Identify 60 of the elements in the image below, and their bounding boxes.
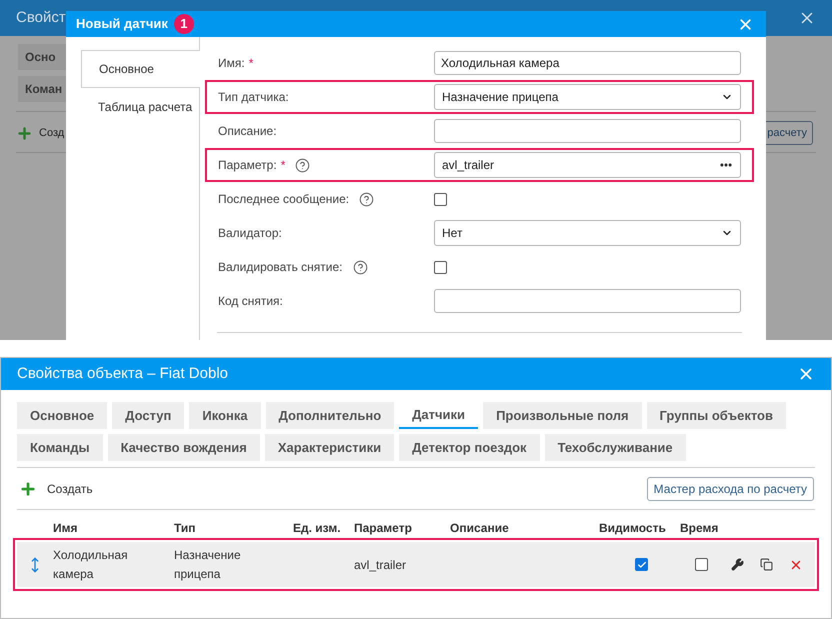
tab[interactable]: Качество вождения <box>108 434 260 461</box>
column-header: Описание <box>450 520 510 537</box>
column-header: Время <box>680 520 720 537</box>
input-field[interactable] <box>434 289 741 313</box>
table-cell-text: avl_trailer <box>354 556 408 574</box>
side-tab[interactable]: Таблица расчета <box>81 88 199 126</box>
tab[interactable]: Команды <box>17 434 103 461</box>
tab[interactable]: Техобслуживание <box>544 434 686 461</box>
input-field[interactable] <box>434 119 741 143</box>
step-badge: 1 <box>174 14 194 34</box>
select-field[interactable]: Назначение прицепа <box>434 84 741 110</box>
wrench-icon[interactable] <box>731 558 744 571</box>
column-header: Параметр <box>354 520 413 537</box>
help-icon[interactable] <box>359 192 374 206</box>
create-button[interactable]: Созд <box>39 124 64 142</box>
tab[interactable]: Осно <box>18 44 66 70</box>
create-button[interactable]: Создать <box>47 480 93 498</box>
window-title: Свойст <box>16 8 66 28</box>
column-header: Видимость <box>599 520 667 537</box>
tab[interactable]: Характеристики <box>264 434 394 461</box>
field-label: Код снятия: <box>218 293 283 310</box>
tab[interactable]: Коман <box>18 76 66 102</box>
input-field[interactable]: Холодильная камера <box>434 51 741 75</box>
table-row[interactable]: Холодильная камера Назначение прицепа avl_trailer <box>17 542 815 587</box>
field-label: Описание: <box>218 123 277 140</box>
side-tab[interactable]: Основное <box>81 50 200 88</box>
plus-icon[interactable] <box>19 480 37 498</box>
field-label: Имя: <box>218 55 245 72</box>
field-label: Валидировать снятие: <box>218 259 342 276</box>
checkbox[interactable] <box>635 558 648 571</box>
input-field[interactable]: avl_trailer <box>434 152 741 178</box>
field-label: Валидатор: <box>218 225 282 242</box>
field-label: Тип датчика: <box>218 89 289 106</box>
field-label: Последнее сообщение: <box>218 191 350 208</box>
tab[interactable]: Датчики <box>399 402 478 429</box>
select-field[interactable]: Нет <box>434 220 741 246</box>
checkbox[interactable] <box>434 260 447 274</box>
tab[interactable]: Дополнительно <box>266 402 394 429</box>
field-label: Параметр: <box>218 157 277 174</box>
tab[interactable]: Произвольные поля <box>483 402 642 429</box>
column-header: Имя <box>53 520 79 537</box>
required-mark: * <box>280 157 286 174</box>
help-icon[interactable] <box>352 260 368 274</box>
table-cell-text: Назначение прицепа <box>174 546 242 582</box>
required-mark: * <box>248 55 254 72</box>
tab[interactable]: Иконка <box>189 402 261 429</box>
column-header: Ед. изм. <box>293 520 342 537</box>
tab[interactable]: Группы объектов <box>646 402 786 429</box>
column-header: Тип <box>174 520 196 537</box>
tab[interactable]: Детектор поездок <box>399 434 540 461</box>
table-cell-text: Холодильная камера <box>53 546 129 582</box>
window-title: Свойства объекта – Fiat Doblo <box>17 364 228 384</box>
help-icon[interactable] <box>295 158 310 172</box>
tab[interactable]: Доступ <box>112 402 184 429</box>
dialog-title: Новый датчик <box>76 15 168 34</box>
checkbox[interactable] <box>695 558 708 571</box>
checkbox[interactable] <box>434 192 447 206</box>
copy-icon[interactable] <box>760 558 773 571</box>
wizard-button[interactable]: Мастер расхода по расчету <box>646 477 814 501</box>
tab[interactable]: Основное <box>17 402 108 429</box>
